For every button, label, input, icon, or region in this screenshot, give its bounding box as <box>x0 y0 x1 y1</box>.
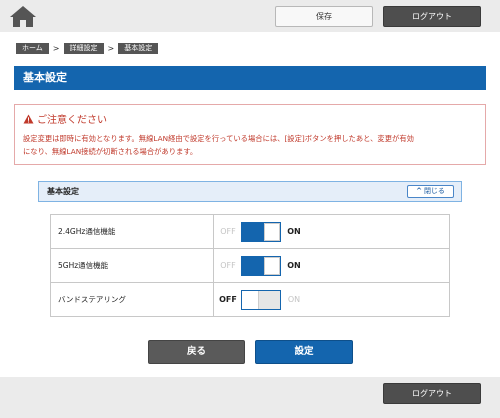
panel-title: 基本設定 <box>47 187 79 196</box>
apply-settings-button[interactable]: 設定 <box>255 340 353 364</box>
logout-button-bottom[interactable]: ログアウト <box>383 383 481 404</box>
breadcrumb: ホーム > 詳細設定 > 基本設定 <box>16 42 159 54</box>
toggle-band-steering[interactable] <box>241 289 281 310</box>
logout-button-top[interactable]: ログアウト <box>383 6 481 27</box>
breadcrumb-separator: > <box>107 43 115 53</box>
toggle-on-label: ON <box>287 261 301 270</box>
warning-icon <box>23 114 34 123</box>
caution-title: ご注意ください <box>23 111 477 126</box>
toggle-off-label: OFF <box>219 295 237 304</box>
home-button[interactable] <box>8 4 38 29</box>
page-title: 基本設定 <box>14 66 486 90</box>
toggle-5ghz[interactable] <box>241 255 281 276</box>
caution-text-line1: 設定変更は即時に有効となります。無線LAN経由で設定を行っている場合には、[設定… <box>23 134 414 143</box>
toggle-off-label: OFF <box>220 261 236 270</box>
back-button[interactable]: 戻る <box>148 340 245 364</box>
breadcrumb-home[interactable]: ホーム <box>16 42 49 54</box>
save-button[interactable]: 保存 <box>275 6 373 27</box>
close-label: 閉じる <box>423 187 445 195</box>
table-row: 2.4GHz通信機能 OFF ON <box>50 214 450 249</box>
toggle-off-label: OFF <box>220 227 236 236</box>
breadcrumb-separator: > <box>52 43 60 53</box>
home-icon <box>10 6 36 27</box>
caution-text-line2: になり、無線LAN接続が切断される場合があります。 <box>23 147 198 156</box>
table-row: 5GHz通信機能 OFF ON <box>50 248 450 283</box>
setting-label-band-steering: バンドステアリング <box>50 282 214 317</box>
caution-box: ご注意ください 設定変更は即時に有効となります。無線LAN経由で設定を行っている… <box>14 104 486 165</box>
toggle-24ghz[interactable] <box>241 221 281 242</box>
breadcrumb-current: 基本設定 <box>118 42 159 54</box>
setting-control-band-steering: OFF ON <box>213 282 450 317</box>
caution-text: 設定変更は即時に有効となります。無線LAN経由で設定を行っている場合には、[設定… <box>23 132 477 158</box>
caution-title-text: ご注意ください <box>37 115 107 126</box>
settings-table: 2.4GHz通信機能 OFF ON 5GHz通信機能 OFF ON バンドステア… <box>50 214 450 317</box>
toggle-on-label: ON <box>287 227 301 236</box>
chevron-up-icon: ^ <box>416 187 422 195</box>
close-panel-button[interactable]: ^ 閉じる <box>407 185 454 198</box>
setting-label-5ghz: 5GHz通信機能 <box>50 248 214 283</box>
setting-control-24ghz: OFF ON <box>213 214 450 249</box>
toggle-on-label: ON <box>287 295 301 304</box>
panel-header: 基本設定 ^ 閉じる <box>38 181 462 202</box>
setting-control-5ghz: OFF ON <box>213 248 450 283</box>
setting-label-24ghz: 2.4GHz通信機能 <box>50 214 214 249</box>
table-row: バンドステアリング OFF ON <box>50 282 450 317</box>
breadcrumb-advanced[interactable]: 詳細設定 <box>63 42 104 54</box>
header-bar: 保存 ログアウト <box>0 0 500 32</box>
